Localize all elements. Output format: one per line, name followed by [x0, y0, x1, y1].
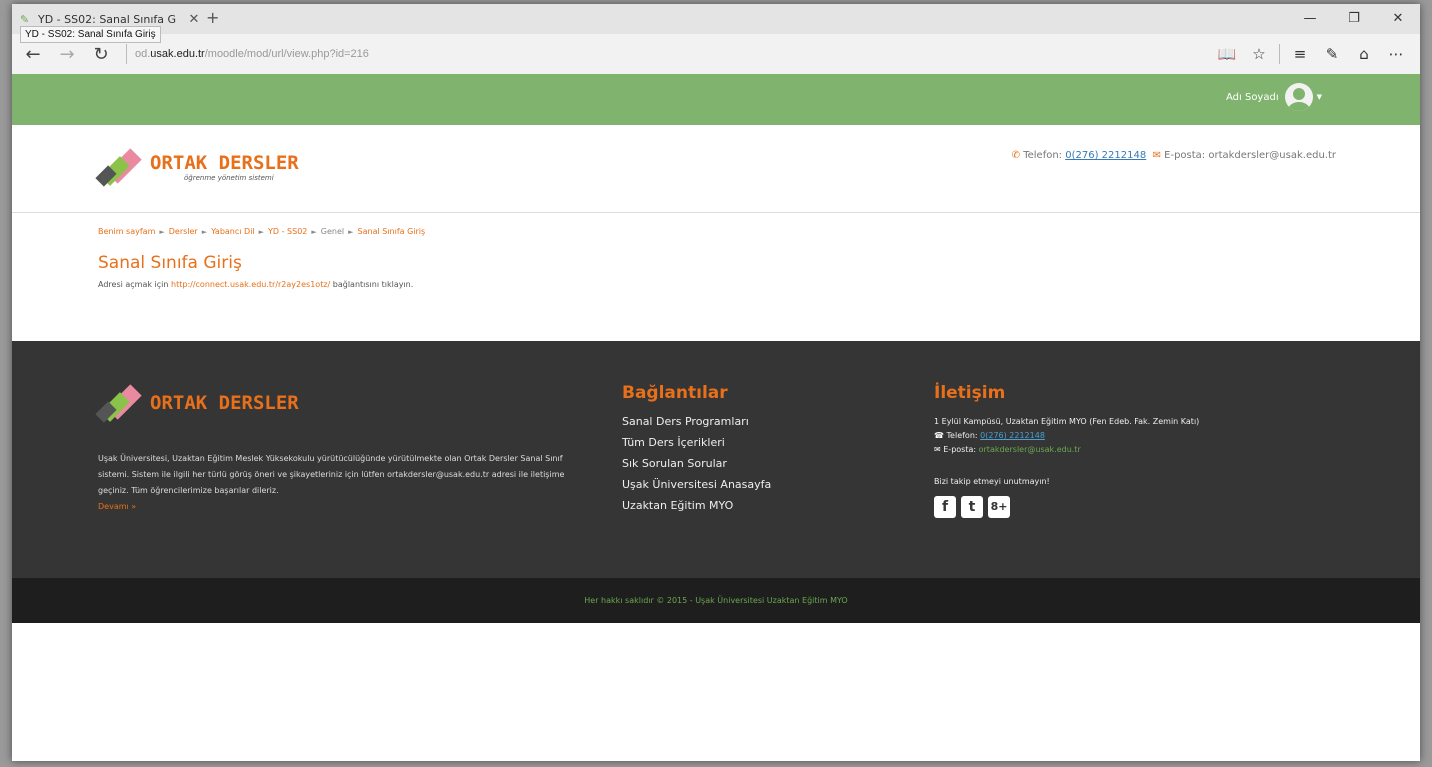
footer-email-label: E-posta:	[943, 445, 977, 454]
footer-email-link[interactable]: ortakdersler@usak.edu.tr	[979, 445, 1081, 454]
tab-tooltip: YD - SS02: Sanal Sınıfa Giriş	[20, 26, 161, 43]
breadcrumb-arrow-icon: ►	[201, 228, 208, 236]
footer-link[interactable]: Tüm Ders İçerikleri	[622, 436, 771, 449]
address-host: usak.edu.tr	[150, 48, 205, 60]
page-title: Sanal Sınıfa Giriş	[98, 253, 242, 273]
site-header: ORTAK DERSLER öğrenme yönetim sistemi ✆ …	[12, 125, 1420, 213]
logo-title: ORTAK DERSLER	[150, 152, 299, 174]
hub-icon[interactable]: ≡	[1284, 45, 1316, 63]
footer-phone-label: Telefon:	[946, 431, 978, 440]
favorite-star-icon[interactable]: ☆	[1243, 45, 1275, 63]
address-prefix: od.	[135, 48, 151, 60]
footer-contact: İletişim 1 Eylül Kampüsü, Uzaktan Eğitim…	[934, 383, 1199, 518]
tab-strip: ✎ YD - SS02: Sanal Sınıfa G ✕ + YD - SS0…	[12, 4, 1420, 43]
footer-logo-title: ORTAK DERSLER	[150, 392, 299, 414]
footer-phone-link[interactable]: 0(276) 2212148	[980, 431, 1045, 440]
breadcrumb-arrow-icon: ►	[159, 228, 165, 236]
divider	[126, 44, 127, 64]
envelope-icon: ✉	[1152, 150, 1161, 161]
copyright-bar: Her hakkı saklıdır © 2015 - Uşak Ünivers…	[12, 578, 1420, 623]
breadcrumb-item[interactable]: Yabancı Dil	[211, 227, 255, 236]
footer-phone-line: ☎ Telefon: 0(276) 2212148	[934, 429, 1199, 443]
breadcrumb: Benim sayfam ► Dersler ► Yabancı Dil ► YD - SS…	[98, 227, 1420, 236]
navigation-bar: ← → ↻ od.usak.edu.tr/moodle/mod/url/view…	[12, 34, 1420, 74]
user-name: Adı Soyadı	[1226, 91, 1279, 103]
phone-icon: ☎	[934, 431, 944, 440]
phone-icon: ✆	[1011, 150, 1021, 161]
divider	[1279, 44, 1280, 64]
pencil-logo-icon	[95, 383, 148, 423]
links-heading: Bağlantılar	[622, 383, 728, 403]
site-topbar: Adı Soyadı ▼	[12, 74, 1420, 125]
phone-label: Telefon:	[1023, 150, 1063, 161]
google-plus-icon[interactable]: 8+	[988, 496, 1010, 518]
page-description: Adresi açmak için http://connect.usak.ed…	[98, 280, 1420, 289]
breadcrumb-item[interactable]: YD - SS02	[268, 227, 307, 236]
breadcrumb-item[interactable]: Sanal Sınıfa Giriş	[358, 227, 426, 236]
avatar-icon	[1284, 83, 1313, 111]
footer-link[interactable]: Uzaktan Eğitim MYO	[622, 499, 771, 512]
follow-text: Bizi takip etmeyi unutmayın!	[934, 477, 1050, 486]
new-tab-button[interactable]: +	[206, 8, 219, 27]
phone-link[interactable]: 0(276) 2212148	[1065, 150, 1146, 161]
window-controls: — ❐ ✕	[1288, 4, 1420, 34]
breadcrumb-item[interactable]: Benim sayfam	[98, 227, 155, 236]
contact-heading: İletişim	[934, 383, 1006, 403]
footer-link[interactable]: Sanal Ders Programları	[622, 415, 771, 428]
email-label: E-posta:	[1164, 150, 1206, 161]
tab-title: YD - SS02: Sanal Sınıfa G	[38, 12, 177, 26]
footer-link[interactable]: Uşak Üniversitesi Anasayfa	[622, 478, 771, 491]
footer-email-line: ✉ E-posta: ortakdersler@usak.edu.tr	[934, 443, 1199, 457]
more-icon[interactable]: ⋯	[1380, 45, 1412, 63]
favicon-icon: ✎	[20, 12, 30, 26]
address-bar[interactable]: od.usak.edu.tr/moodle/mod/url/view.php?i…	[135, 48, 369, 60]
restore-icon[interactable]: ❐	[1332, 4, 1376, 34]
breadcrumb-item: Genel	[320, 227, 345, 236]
back-arrow-icon[interactable]: ←	[16, 44, 50, 65]
refresh-icon[interactable]: ↻	[84, 44, 118, 65]
footer-about: Uşak Üniversitesi, Uzaktan Eğitim Meslek…	[98, 451, 576, 515]
social-icons: f t 8+	[934, 496, 1199, 518]
main-content: Benim sayfam ► Dersler ► Yabancı Dil ► YD - SS…	[12, 213, 1420, 341]
user-menu[interactable]: Adı Soyadı ▼	[1226, 83, 1322, 111]
footer-link[interactable]: Sık Sorulan Sorular	[622, 457, 771, 470]
toolbar-right: 📖 ☆ ≡ ✎ ⌂ ⋯	[1211, 34, 1412, 74]
site-footer: ORTAK DERSLER Uşak Üniversitesi, Uzaktan…	[12, 341, 1420, 578]
web-note-icon[interactable]: ✎	[1316, 45, 1348, 63]
footer-links: Bağlantılar Sanal Ders Programları Tüm D…	[622, 383, 771, 520]
envelope-icon: ✉	[934, 445, 941, 454]
minimize-icon[interactable]: —	[1288, 4, 1332, 34]
close-tab-icon[interactable]: ✕	[186, 12, 202, 27]
breadcrumb-item[interactable]: Dersler	[169, 227, 198, 236]
desc-prefix: Adresi açmak için	[98, 280, 169, 289]
desc-suffix: bağlantısını tıklayın.	[332, 280, 414, 289]
close-window-icon[interactable]: ✕	[1376, 4, 1420, 34]
footer-about-text: Uşak Üniversitesi, Uzaktan Eğitim Meslek…	[98, 454, 565, 495]
twitter-icon[interactable]: t	[961, 496, 983, 518]
breadcrumb-arrow-icon: ►	[348, 228, 354, 236]
breadcrumb-arrow-icon: ►	[258, 228, 265, 236]
share-icon[interactable]: ⌂	[1348, 45, 1380, 63]
footer-logo: ORTAK DERSLER	[95, 383, 299, 423]
site-logo[interactable]: ORTAK DERSLER öğrenme yönetim sistemi	[95, 147, 299, 187]
address-path: /moodle/mod/url/view.php?id=216	[204, 48, 369, 60]
browser-window: ✎ YD - SS02: Sanal Sınıfa G ✕ + YD - SS0…	[12, 4, 1420, 761]
read-more-link[interactable]: Devamı »	[98, 499, 576, 515]
facebook-icon[interactable]: f	[934, 496, 956, 518]
reading-view-icon[interactable]: 📖	[1211, 45, 1243, 63]
header-contact: ✆ Telefon: 0(276) 2212148 ✉ E-posta: ort…	[1012, 150, 1336, 161]
caret-down-icon: ▼	[1316, 93, 1322, 101]
pencil-logo-icon	[95, 147, 148, 187]
forward-arrow-icon[interactable]: →	[50, 44, 84, 65]
breadcrumb-arrow-icon: ►	[311, 228, 317, 236]
logo-subtitle: öğrenme yönetim sistemi	[184, 174, 274, 182]
email-text: ortakdersler@usak.edu.tr	[1208, 150, 1336, 161]
footer-address: 1 Eylül Kampüsü, Uzaktan Eğitim MYO (Fen…	[934, 417, 1200, 426]
url-link[interactable]: http://connect.usak.edu.tr/r2ay2es1otz/	[171, 280, 330, 289]
